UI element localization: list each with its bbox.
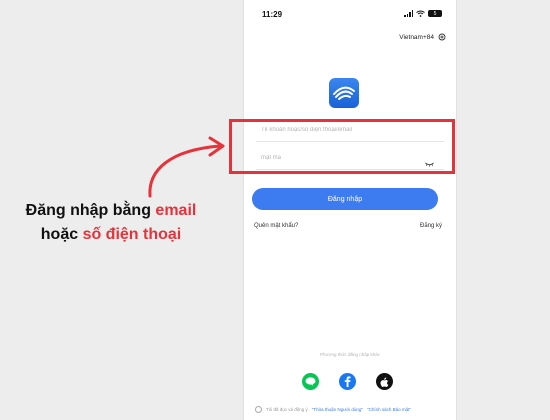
user-agreement-link[interactable]: "Thỏa thuận Người dùng" bbox=[312, 407, 363, 412]
line-icon bbox=[305, 377, 316, 386]
account-input[interactable] bbox=[256, 127, 431, 133]
terms-row: Tôi đã đọc và đồng ý "Thỏa thuận Người d… bbox=[255, 406, 411, 413]
battery-icon: 5 bbox=[428, 10, 442, 17]
phone-screen: 11:29 5 Vietnam+84 Tk khoản hoặc/số điện… bbox=[243, 0, 457, 420]
privacy-policy-link[interactable]: "Chính sách Bảo mật" bbox=[367, 407, 411, 412]
annotation-caption: Đăng nhập bằng email hoặc số điện thoại bbox=[0, 199, 222, 247]
line-login-button[interactable] bbox=[302, 373, 319, 390]
caption-text: hoặc bbox=[40, 226, 83, 243]
facebook-login-button[interactable] bbox=[339, 373, 356, 390]
password-input[interactable] bbox=[256, 155, 431, 161]
account-field[interactable] bbox=[256, 119, 444, 142]
password-field[interactable] bbox=[256, 147, 444, 170]
gear-icon[interactable] bbox=[438, 33, 446, 41]
eye-closed-icon[interactable] bbox=[425, 155, 434, 177]
arrow-icon bbox=[148, 136, 225, 198]
status-time: 11:29 bbox=[262, 10, 283, 19]
terms-checkbox[interactable] bbox=[255, 406, 262, 413]
eye-logo-icon bbox=[333, 86, 355, 100]
other-methods-label: Phương thức đăng nhập khác bbox=[319, 352, 381, 357]
signal-icon bbox=[404, 10, 413, 17]
status-bar: 11:29 5 bbox=[244, 0, 456, 28]
social-login-row bbox=[302, 373, 393, 390]
login-button[interactable]: Đăng nhập bbox=[252, 188, 438, 210]
region-selector[interactable]: Vietnam+84 bbox=[399, 33, 446, 41]
caption-text: Đăng nhập bằng bbox=[25, 202, 156, 219]
region-label: Vietnam+84 bbox=[399, 33, 434, 41]
terms-text: Tôi đã đọc và đồng ý bbox=[266, 407, 308, 412]
forgot-password-link[interactable]: Quên mật khẩu? bbox=[254, 223, 298, 229]
tutorial-image: Đăng nhập bằng email hoặc số điện thoại … bbox=[0, 0, 550, 420]
register-link[interactable]: Đăng ký bbox=[420, 223, 442, 229]
caption-accent: email bbox=[155, 202, 197, 219]
caption-accent: số điện thoại bbox=[82, 226, 182, 243]
facebook-icon bbox=[344, 376, 351, 387]
app-logo bbox=[329, 78, 359, 108]
apple-login-button[interactable] bbox=[376, 373, 393, 390]
status-icons: 5 bbox=[404, 10, 442, 17]
wifi-icon bbox=[416, 10, 425, 17]
apple-icon bbox=[380, 377, 389, 387]
